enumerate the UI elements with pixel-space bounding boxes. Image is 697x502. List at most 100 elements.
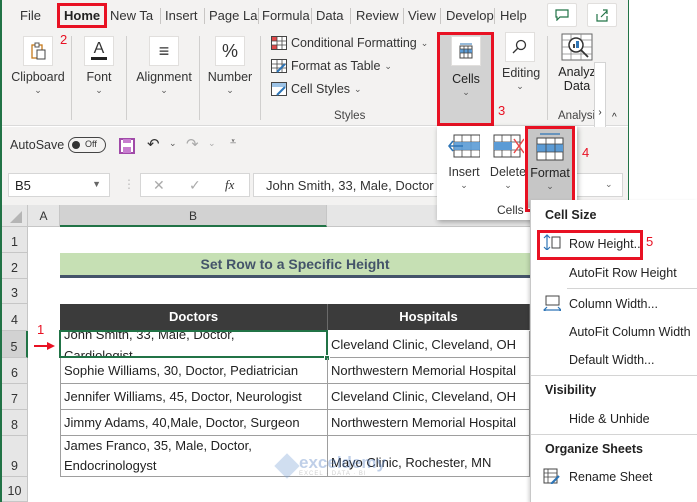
organize-sheets-header: Organize Sheets	[545, 442, 643, 456]
tab-file[interactable]: File	[16, 6, 45, 26]
font-button[interactable]: A Font ⌄	[78, 36, 120, 96]
row-header-4[interactable]: 4	[2, 304, 28, 331]
menu-divider	[567, 288, 697, 289]
row-header-10[interactable]: 10	[2, 477, 28, 502]
expand-formula-bar-icon[interactable]: ⌄	[605, 179, 613, 190]
number-button[interactable]: % Number ⌄	[205, 36, 255, 96]
rename-sheet-icon	[543, 468, 560, 484]
format-as-table-icon	[271, 59, 287, 73]
sheet-title[interactable]: Set Row to a Specific Height	[60, 253, 530, 278]
analysis-group-label: Analysi	[558, 110, 596, 122]
doctor-cell[interactable]: Jennifer Williams, 45, Doctor, Neurologi…	[60, 384, 328, 410]
redo-icon[interactable]: ↷	[186, 135, 199, 153]
format-menu: Cell Size Row Height... 5 AutoFit Row He…	[530, 200, 697, 502]
group-divider	[199, 36, 200, 120]
align-center-icon: ≡	[149, 36, 179, 66]
chevron-down-icon: ⌄	[504, 180, 512, 190]
tab-review[interactable]: Review	[352, 6, 403, 26]
share-button[interactable]	[587, 3, 617, 27]
delete-cells-button[interactable]: Delete ⌄	[487, 130, 529, 191]
highlight-cells-button	[437, 32, 494, 126]
editing-button[interactable]: Editing ⌄	[502, 32, 541, 92]
row-header-5[interactable]: 5	[2, 331, 28, 358]
tab-view[interactable]: View	[404, 6, 440, 26]
hospital-cell[interactable]: Cleveland Clinic, Cleveland, OH	[328, 384, 530, 410]
share-icon	[596, 9, 608, 22]
conditional-formatting-button[interactable]: Conditional Formatting ⌄	[271, 36, 428, 50]
format-as-table-label: Format as Table	[291, 59, 381, 73]
tab-new-tab[interactable]: New Ta	[106, 6, 157, 26]
tab-data[interactable]: Data	[312, 6, 347, 26]
row-header-9[interactable]: 9	[2, 436, 28, 477]
tab-developer[interactable]: Develop	[442, 6, 498, 26]
tab-formulas[interactable]: Formula	[258, 6, 314, 26]
column-width-menu-item[interactable]: Column Width...	[569, 297, 658, 311]
autosave-state: Off	[85, 139, 97, 149]
customize-qat-icon[interactable]: ⩡	[230, 136, 236, 149]
tab-help[interactable]: Help	[496, 6, 531, 26]
tab-divider	[494, 8, 495, 24]
chevron-down-icon: ▼	[92, 179, 101, 189]
highlight-row-height	[537, 230, 643, 260]
column-header-b[interactable]: B	[60, 205, 327, 227]
autosave-toggle[interactable]: Off	[68, 137, 106, 153]
redo-dropdown-icon[interactable]: ⌄	[208, 138, 216, 149]
cancel-icon[interactable]: ✕	[153, 177, 165, 194]
alignment-label: Alignment	[136, 70, 192, 84]
hide-unhide-menu-item[interactable]: Hide & Unhide	[569, 412, 650, 426]
row-header-7[interactable]: 7	[2, 384, 28, 410]
formula-buttons: ✕ ✓ fx	[140, 173, 250, 197]
undo-icon[interactable]: ↶	[147, 135, 160, 153]
column-header-a[interactable]: A	[28, 205, 60, 227]
hospital-cell[interactable]: Cleveland Clinic, Cleveland, OH	[328, 331, 530, 358]
row-header-6[interactable]: 6	[2, 358, 28, 384]
search-icon	[505, 32, 535, 62]
default-width-menu-item[interactable]: Default Width...	[569, 353, 654, 367]
row-header-3[interactable]: 3	[2, 279, 28, 304]
format-as-table-button[interactable]: Format as Table ⌄	[271, 59, 392, 73]
hospital-cell[interactable]: Northwestern Memorial Hospital	[328, 358, 530, 384]
editing-label: Editing	[502, 66, 541, 80]
doctor-cell-line2: Endocrinologyst	[64, 458, 157, 473]
tab-divider	[350, 8, 351, 24]
row-header-1[interactable]: 1	[2, 227, 28, 253]
row-header-8[interactable]: 8	[2, 410, 28, 436]
comment-icon	[555, 9, 569, 21]
autofit-column-width-menu-item[interactable]: AutoFit Column Width	[569, 325, 691, 339]
exceldemy-logo-icon	[274, 453, 300, 479]
collapse-ribbon-icon[interactable]: ^	[612, 112, 617, 123]
chevron-right-icon: ›	[598, 107, 602, 118]
analyze-data-label-2: Data	[563, 79, 591, 93]
doctor-cell[interactable]: Sophie Williams, 30, Doctor, Pediatricia…	[60, 358, 328, 384]
row-header-2[interactable]: 2	[2, 253, 28, 279]
chevron-down-icon: ⌄	[384, 61, 392, 71]
undo-dropdown-icon[interactable]: ⌄	[169, 138, 177, 149]
insert-cells-button[interactable]: Insert ⌄	[443, 130, 485, 191]
hospital-cell[interactable]: Northwestern Memorial Hospital	[328, 410, 530, 436]
analyze-data-button[interactable]: Analyz Data	[557, 32, 597, 93]
header-doctors[interactable]: Doctors	[60, 304, 328, 330]
alignment-button[interactable]: ≡ Alignment ⌄	[132, 36, 196, 96]
select-all-button[interactable]	[2, 205, 28, 227]
autofit-row-height-menu-item[interactable]: AutoFit Row Height	[569, 266, 677, 280]
header-hospitals[interactable]: Hospitals	[328, 304, 530, 330]
doctor-cell[interactable]: Jimmy Adams, 40,Male, Doctor, Surgeon	[60, 410, 328, 436]
clipboard-button[interactable]: Clipboard ⌄	[10, 36, 66, 96]
chevron-down-icon: ⌄	[160, 85, 168, 95]
rename-sheet-menu-item[interactable]: Rename Sheet	[569, 470, 652, 484]
comments-button[interactable]	[547, 3, 577, 27]
insert-function-icon[interactable]: fx	[225, 177, 234, 193]
insert-cells-icon	[448, 134, 480, 158]
save-icon[interactable]	[119, 138, 135, 154]
cell-styles-button[interactable]: Cell Styles ⌄	[271, 82, 362, 96]
chevron-down-icon: ⌄	[226, 85, 234, 95]
name-box[interactable]: B5 ▼	[8, 173, 110, 197]
tab-insert[interactable]: Insert	[161, 6, 202, 26]
group-divider	[547, 36, 548, 120]
tab-page-layout[interactable]: Page La	[205, 6, 261, 26]
enter-icon[interactable]: ✓	[189, 177, 201, 194]
group-divider	[260, 36, 261, 120]
watermark: exceldemy EXCEL · DATA · BI	[274, 453, 386, 479]
drag-handle-icon[interactable]: ⋮	[123, 177, 135, 191]
number-label: Number	[207, 70, 253, 84]
